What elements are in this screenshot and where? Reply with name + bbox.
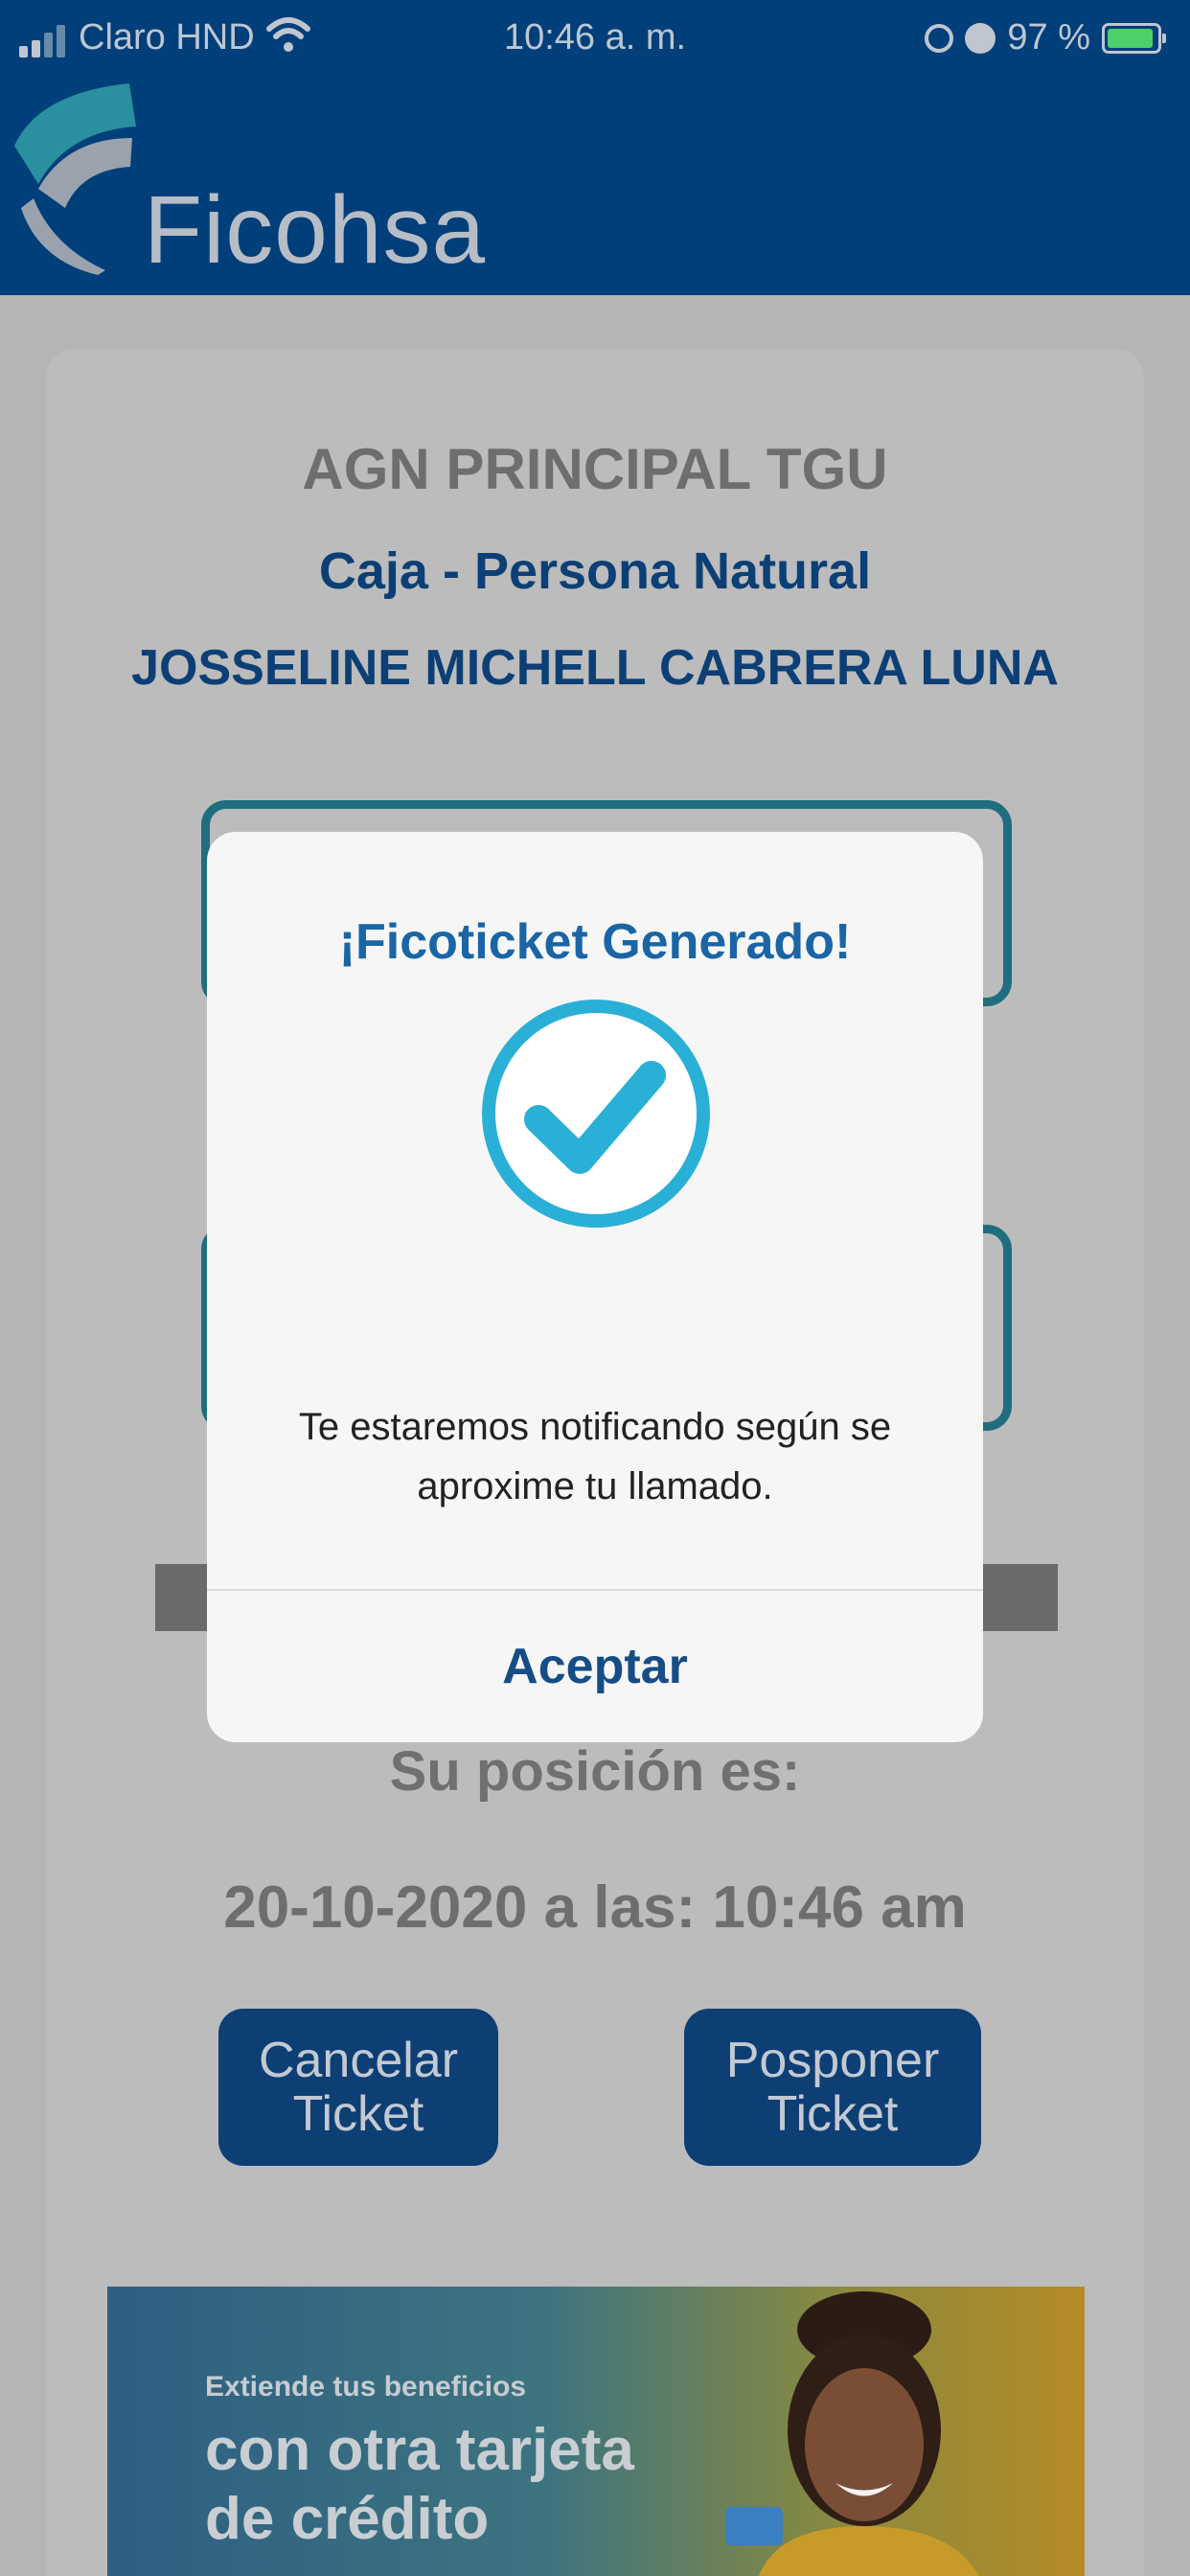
banner-person-image — [725, 2291, 979, 2576]
position-label: Su posición es: — [389, 1740, 801, 1803]
status-bar: Claro HND 10:46 a. m. 97 % — [0, 0, 1190, 77]
service-name: Caja - Persona Natural — [318, 542, 872, 600]
dialog-title: ¡Ficoticket Generado! — [338, 914, 852, 970]
cancel-ticket-button[interactable]: Cancelar Ticket — [218, 2009, 498, 2166]
ticket-generated-dialog: ¡Ficoticket Generado! Te estaremos notif… — [207, 832, 983, 1742]
app-header: Claro HND 10:46 a. m. 97 % Ficohsa — [0, 0, 1190, 295]
branch-name: AGN PRINCIPAL TGU — [302, 437, 888, 501]
dialog-message: Te estaremos notificando según se aproxi… — [298, 1406, 892, 1507]
accept-button[interactable]: Aceptar — [207, 1591, 983, 1742]
banner-headline-line-1: con otra tarjeta — [205, 2417, 634, 2483]
customer-name: JOSSELINE MICHELL CABRERA LUNA — [131, 640, 1059, 696]
brand-name: Ficohsa — [144, 176, 487, 284]
battery-percent: 97 % — [1007, 17, 1090, 58]
banner-headline: con otra tarjeta de crédito — [205, 2416, 634, 2554]
screen: Claro HND 10:46 a. m. 97 % Ficohsa AGN P… — [0, 0, 1190, 2576]
banner-headline-line-2: de crédito — [205, 2486, 490, 2552]
postpone-ticket-button[interactable]: Posponer Ticket — [684, 2009, 981, 2166]
orientation-lock-icon — [925, 23, 954, 53]
banner-subtitle: Extiende tus beneficios — [205, 2371, 527, 2403]
status-right: 97 % — [925, 17, 1166, 58]
battery-icon — [1102, 22, 1166, 54]
ficohsa-logo-icon — [14, 83, 136, 275]
promo-banner[interactable]: Extiende tus beneficios con otra tarjeta… — [107, 2287, 1085, 2576]
ticket-datetime: 20-10-2020 a las: 10:46 am — [223, 1874, 967, 1941]
alarm-icon — [965, 22, 996, 54]
check-circle-icon — [482, 1000, 710, 1228]
